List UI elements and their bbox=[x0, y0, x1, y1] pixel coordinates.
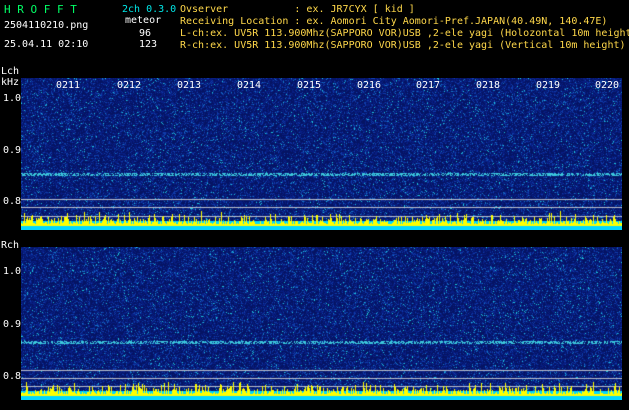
app-title: H R O F F T bbox=[4, 3, 77, 16]
time-tick: 0213 bbox=[177, 80, 202, 91]
observer-line: Ovserver : ex. JR7CYX [ kid ] bbox=[180, 4, 415, 15]
rch-ytick-3: 0.8 bbox=[3, 371, 22, 382]
filename-label: 2504110210.png bbox=[4, 20, 89, 31]
rch-count: 123 bbox=[139, 39, 158, 50]
time-tick: 0211 bbox=[56, 80, 81, 91]
time-tick: 0216 bbox=[357, 80, 382, 91]
time-tick: 0214 bbox=[237, 80, 262, 91]
rch-ytick-2: 0.9 bbox=[3, 319, 22, 330]
time-tick: 0217 bbox=[416, 80, 441, 91]
lch-ytick-3: 0.8 bbox=[3, 196, 22, 207]
rch-info-line: R-ch:ex. UV5R 113.900Mhz(SAPPORO VOR)USB… bbox=[180, 40, 626, 51]
lch-ytick-1: 1.0 bbox=[3, 93, 22, 104]
datetime-label: 25.04.11 02:10 bbox=[4, 39, 89, 50]
rch-label: Rch bbox=[1, 240, 20, 251]
time-tick: 0220 bbox=[595, 80, 620, 91]
time-tick: 0218 bbox=[476, 80, 501, 91]
lch-waterfall bbox=[21, 78, 622, 230]
location-line: Receiving Location : ex. Aomori City Aom… bbox=[180, 16, 608, 27]
lch-unit-label: kHz bbox=[1, 77, 20, 88]
lch-ytick-2: 0.9 bbox=[3, 145, 22, 156]
time-tick: 0219 bbox=[536, 80, 561, 91]
rch-waterfall bbox=[21, 247, 622, 400]
time-tick: 0215 bbox=[297, 80, 322, 91]
lch-info-line: L-ch:ex. UV5R 113.900Mhz(SAPPORO VOR)USB… bbox=[180, 28, 629, 39]
time-tick: 0212 bbox=[117, 80, 142, 91]
type-label: meteor bbox=[125, 15, 162, 26]
rch-ytick-1: 1.0 bbox=[3, 266, 22, 277]
